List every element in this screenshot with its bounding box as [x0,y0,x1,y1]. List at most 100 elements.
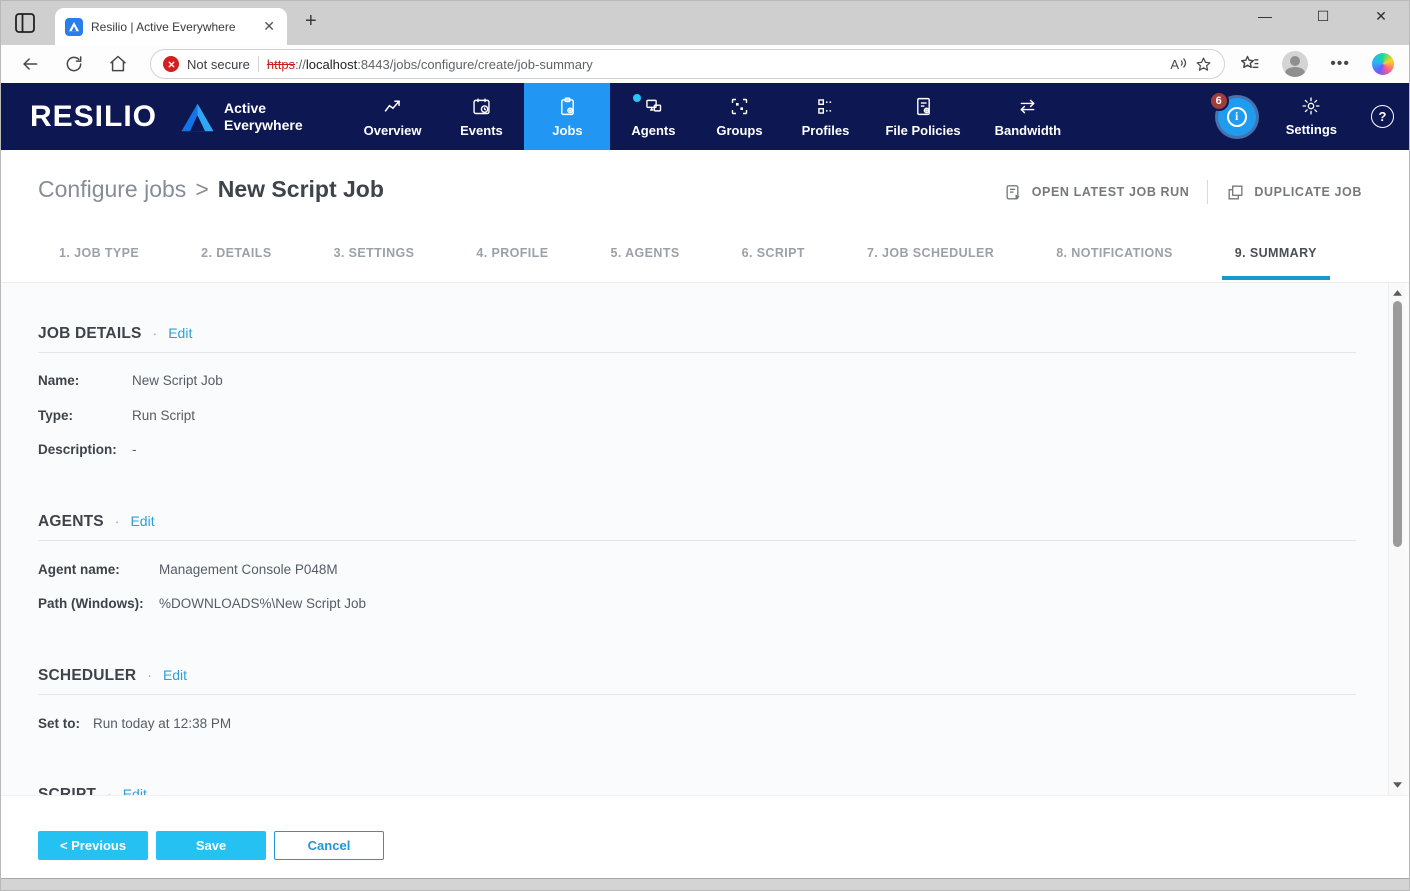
nav-item-overview[interactable]: Overview [347,83,439,150]
job-details-section-header: JOB DETAILS · Edit [38,325,192,343]
previous-button[interactable]: < Previous [38,831,148,860]
browser-menu-icon[interactable]: ••• [1330,55,1350,73]
new-tab-button[interactable]: + [305,10,317,33]
scrollbar-up-icon[interactable] [1389,286,1405,300]
resilio-logo-icon [179,101,216,133]
agents-section-header: AGENTS · Edit [38,513,155,531]
browser-tab[interactable]: Resilio | Active Everywhere ✕ [55,8,287,45]
cancel-button[interactable]: Cancel [274,831,384,860]
nav-item-groups[interactable]: Groups [696,83,782,150]
nav-item-file-policies[interactable]: File Policies [868,83,977,150]
tab-agents[interactable]: 5. AGENTS [610,246,679,280]
browser-toolbar: Not secure https://localhost:8443/jobs/c… [0,45,1410,83]
window-bottom-edge [0,878,1410,891]
breadcrumb-parent[interactable]: Configure jobs [38,176,186,203]
duplicate-job-button[interactable]: DUPLICATE JOB [1226,183,1362,202]
nav-items: Overview Events Jobs Agents Groups P [347,83,1078,150]
content-scrollbar[interactable] [1388,283,1405,795]
agents-notification-dot [633,94,641,102]
gear-icon [1301,96,1321,116]
nav-item-jobs[interactable]: Jobs [524,83,610,150]
back-icon[interactable] [20,54,40,74]
resilio-wordmark: RESILIO [30,100,157,134]
home-icon[interactable] [108,54,128,74]
duplicate-label: DUPLICATE JOB [1254,185,1362,199]
read-aloud-icon[interactable]: A [1170,57,1187,72]
window-maximize-button[interactable]: ☐ [1316,8,1330,25]
open-latest-job-run-button[interactable]: OPEN LATEST JOB RUN [1004,183,1190,202]
favorite-star-icon[interactable] [1195,56,1212,73]
bandwidth-arrows-icon [1017,96,1038,117]
breadcrumb: Configure jobs > New Script Job [38,176,384,203]
address-bar[interactable]: Not secure https://localhost:8443/jobs/c… [150,49,1225,79]
nav-item-settings[interactable]: Settings [1286,96,1337,137]
tab-actions-menu-icon[interactable] [13,11,37,35]
copilot-icon[interactable] [1372,53,1394,75]
job-type-row: Type: Run Script [38,408,195,423]
nav-label-bandwidth: Bandwidth [995,123,1061,138]
agent-name-row: Agent name: Management Console P048M [38,562,338,577]
url-path: :8443/jobs/configure/create/job-summary [357,57,593,72]
agents-devices-icon [643,96,664,117]
job-name-row: Name: New Script Job [38,373,223,388]
refresh-icon[interactable] [64,54,84,74]
window-close-button[interactable]: ✕ [1374,8,1388,25]
info-icon: i [1227,107,1247,127]
tab-script[interactable]: 6. SCRIPT [742,246,805,280]
job-details-title: JOB DETAILS [38,325,142,343]
tab-summary[interactable]: 9. SUMMARY [1235,246,1317,280]
file-policies-icon [913,96,934,117]
url-scheme: https [267,57,295,72]
favorites-bar-icon[interactable] [1240,54,1260,74]
browser-window: Resilio | Active Everywhere ✕ + — ☐ ✕ No… [0,0,1410,891]
not-secure-icon [163,56,179,72]
tab-close-icon[interactable]: ✕ [261,18,277,35]
scrollbar-down-icon[interactable] [1389,778,1405,792]
nav-label-groups: Groups [716,123,762,138]
open-latest-label: OPEN LATEST JOB RUN [1032,185,1190,199]
divider [38,540,1356,541]
not-secure-label[interactable]: Not secure [187,57,250,72]
url-host: localhost [306,57,357,72]
events-calendar-icon [471,96,492,117]
nav-label-file-policies: File Policies [885,123,960,138]
job-details-edit-link[interactable]: Edit [168,325,192,341]
tab-details[interactable]: 2. DETAILS [201,246,271,280]
nav-item-agents[interactable]: Agents [610,83,696,150]
nav-label-overview: Overview [364,123,422,138]
job-description-row: Description: - [38,442,137,457]
nav-item-bandwidth[interactable]: Bandwidth [978,83,1078,150]
agents-title: AGENTS [38,513,104,531]
tab-job-type[interactable]: 1. JOB TYPE [59,246,139,280]
info-button[interactable]: 6 i [1218,98,1256,136]
footer-bar: < Previous Save Cancel [1,795,1409,878]
help-icon: ? [1379,109,1387,124]
nav-item-profiles[interactable]: Profiles [782,83,868,150]
groups-icon [729,96,750,117]
nav-item-events[interactable]: Events [438,83,524,150]
url-text[interactable]: https://localhost:8443/jobs/configure/cr… [267,57,593,72]
nav-label-profiles: Profiles [802,123,850,138]
tab-title: Resilio | Active Everywhere [91,20,253,34]
profile-avatar[interactable] [1282,51,1308,77]
wizard-tabs: 1. JOB TYPE 2. DETAILS 3. SETTINGS 4. PR… [59,246,1317,280]
divider [38,352,1356,353]
overview-chart-icon [382,96,403,117]
tab-profile[interactable]: 4. PROFILE [476,246,548,280]
tab-settings[interactable]: 3. SETTINGS [334,246,415,280]
nav-label-agents: Agents [631,123,675,138]
window-minimize-button[interactable]: — [1258,8,1272,25]
scheduler-edit-link[interactable]: Edit [163,667,187,683]
actions-divider [1207,180,1208,204]
tab-notifications[interactable]: 8. NOTIFICATIONS [1056,246,1173,280]
scrollbar-thumb[interactable] [1393,301,1402,547]
product-line2: Everywhere [224,117,303,133]
agents-edit-link[interactable]: Edit [130,513,154,529]
page-title: New Script Job [218,176,384,203]
help-button[interactable]: ? [1371,105,1394,128]
address-divider [258,56,259,72]
open-job-run-icon [1004,183,1023,202]
save-button[interactable]: Save [156,831,266,860]
tab-job-scheduler[interactable]: 7. JOB SCHEDULER [867,246,994,280]
browser-titlebar: Resilio | Active Everywhere ✕ + — ☐ ✕ [0,0,1410,45]
